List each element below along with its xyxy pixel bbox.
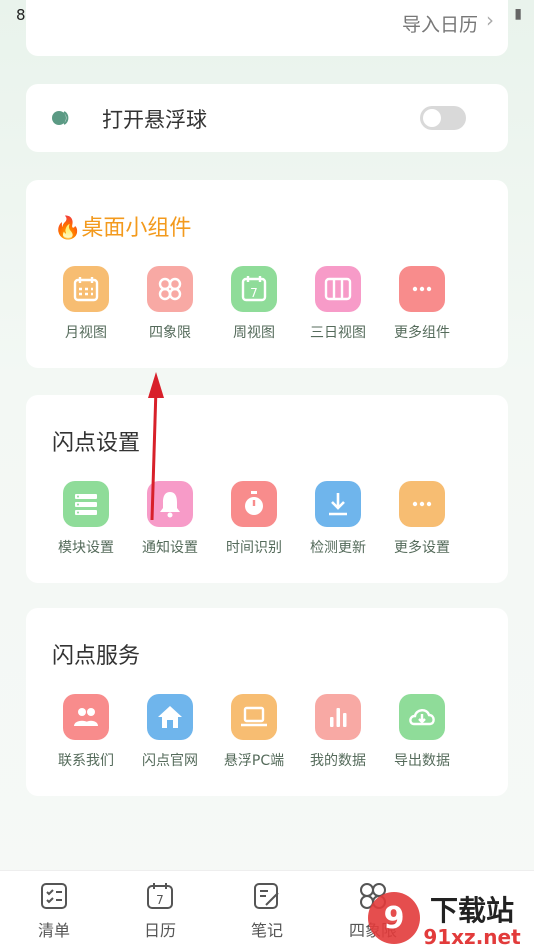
calendar-week-icon: 7 xyxy=(231,266,277,312)
setting-tile-label: 更多设置 xyxy=(394,540,450,556)
setting-tile-3[interactable]: 检测更新 xyxy=(296,481,380,557)
widget-tile-0[interactable]: 月视图 xyxy=(44,266,128,342)
nav-item-notes[interactable]: 笔记 xyxy=(227,881,307,941)
widget-tile-1[interactable]: 四象限 xyxy=(128,266,212,342)
toggle-knob xyxy=(423,109,441,127)
widget-tile-label: 三日视图 xyxy=(310,325,366,341)
svg-text:9: 9 xyxy=(384,901,405,936)
float-ball-label: 打开悬浮球 xyxy=(102,108,207,132)
widget-tile-label: 四象限 xyxy=(149,325,191,341)
service-tile-label: 悬浮PC端 xyxy=(223,753,285,769)
widgets-title: 🔥桌面小组件 xyxy=(54,210,191,242)
nav-label-list: 清单 xyxy=(37,921,70,940)
settings-grid: 模块设置 通知设置 时间识别 检测更新 更多设置 xyxy=(44,481,464,557)
widget-tile-3[interactable]: 三日视图 xyxy=(296,266,380,342)
widget-tile-2[interactable]: 7 周视图 xyxy=(212,266,296,342)
settings-title: 闪点设置 xyxy=(52,431,141,456)
service-tile-label: 导出数据 xyxy=(394,753,450,769)
home-icon xyxy=(147,694,193,740)
service-tile-3[interactable]: 我的数据 xyxy=(296,694,380,770)
watermark-text: 下载站 xyxy=(430,894,514,927)
site-watermark-logo: 9 下载站 91xz.net xyxy=(368,892,521,949)
service-tile-0[interactable]: 联系我们 xyxy=(44,694,128,770)
people-icon xyxy=(63,694,109,740)
list-icon xyxy=(63,481,109,527)
svg-text:7: 7 xyxy=(250,286,258,300)
widget-tile-4[interactable]: 更多组件 xyxy=(380,266,464,342)
watermark-url: 91xz.net xyxy=(423,925,521,949)
float-ball-card: 打开悬浮球 xyxy=(26,84,508,152)
services-grid: 联系我们 闪点官网 悬浮PC端 我的数据 导出数据 xyxy=(44,694,464,770)
service-tile-label: 我的数据 xyxy=(310,753,366,769)
bar-chart-icon xyxy=(315,694,361,740)
float-ball-toggle[interactable] xyxy=(420,106,466,130)
service-tile-label: 联系我们 xyxy=(58,753,114,769)
float-ball-icon xyxy=(52,111,69,125)
widgets-title-text: 桌面小组件 xyxy=(81,216,192,241)
checklist-icon xyxy=(41,883,67,909)
three-day-icon xyxy=(315,266,361,312)
import-calendar-label[interactable]: 导入日历 xyxy=(402,10,478,37)
nav-label-calendar: 日历 xyxy=(143,921,176,940)
setting-tile-label: 模块设置 xyxy=(58,540,114,556)
widget-tile-label: 月视图 xyxy=(65,325,107,341)
stopwatch-icon xyxy=(231,481,277,527)
service-tile-1[interactable]: 闪点官网 xyxy=(128,694,212,770)
setting-tile-label: 时间识别 xyxy=(226,540,282,556)
widget-tile-label: 更多组件 xyxy=(394,325,450,341)
settings-card: 闪点设置 模块设置 通知设置 时间识别 检测更新 更多设置 xyxy=(26,395,508,583)
setting-tile-label: 通知设置 xyxy=(142,540,198,556)
service-tile-label: 闪点官网 xyxy=(142,753,198,769)
note-edit-icon xyxy=(254,883,279,909)
more-icon xyxy=(399,481,445,527)
more-icon xyxy=(399,266,445,312)
services-title: 闪点服务 xyxy=(52,644,141,669)
setting-tile-label: 检测更新 xyxy=(310,540,366,556)
calendar-day-number: 7 xyxy=(156,893,164,907)
services-card: 闪点服务 联系我们 闪点官网 悬浮PC端 我的数据 导出数据 xyxy=(26,608,508,796)
battery-icon: ▮ xyxy=(514,6,522,22)
four-quadrant-icon xyxy=(147,266,193,312)
nav-item-calendar[interactable]: 7 日历 xyxy=(120,881,200,941)
service-tile-2[interactable]: 悬浮PC端 xyxy=(212,694,296,770)
setting-tile-4[interactable]: 更多设置 xyxy=(380,481,464,557)
fire-icon: 🔥 xyxy=(54,216,82,241)
setting-tile-2[interactable]: 时间识别 xyxy=(212,481,296,557)
calendar-month-icon xyxy=(63,266,109,312)
annotation-arrow-icon xyxy=(148,372,164,521)
import-calendar-card[interactable]: 导入日历 › xyxy=(26,0,508,56)
widgets-card: 🔥桌面小组件 月视图 四象限 7 周视图 三日视图 更多组件 xyxy=(26,180,508,368)
chevron-right-icon: › xyxy=(486,8,494,32)
download-icon xyxy=(315,481,361,527)
laptop-icon xyxy=(231,694,277,740)
service-tile-4[interactable]: 导出数据 xyxy=(380,694,464,770)
cloud-download-icon xyxy=(399,694,445,740)
widget-tile-label: 周视图 xyxy=(233,325,275,341)
calendar-icon: 7 xyxy=(147,883,173,909)
setting-tile-0[interactable]: 模块设置 xyxy=(44,481,128,557)
widgets-grid: 月视图 四象限 7 周视图 三日视图 更多组件 xyxy=(44,266,464,342)
nav-item-list[interactable]: 清单 xyxy=(14,881,94,941)
nav-label-notes: 笔记 xyxy=(250,921,283,940)
